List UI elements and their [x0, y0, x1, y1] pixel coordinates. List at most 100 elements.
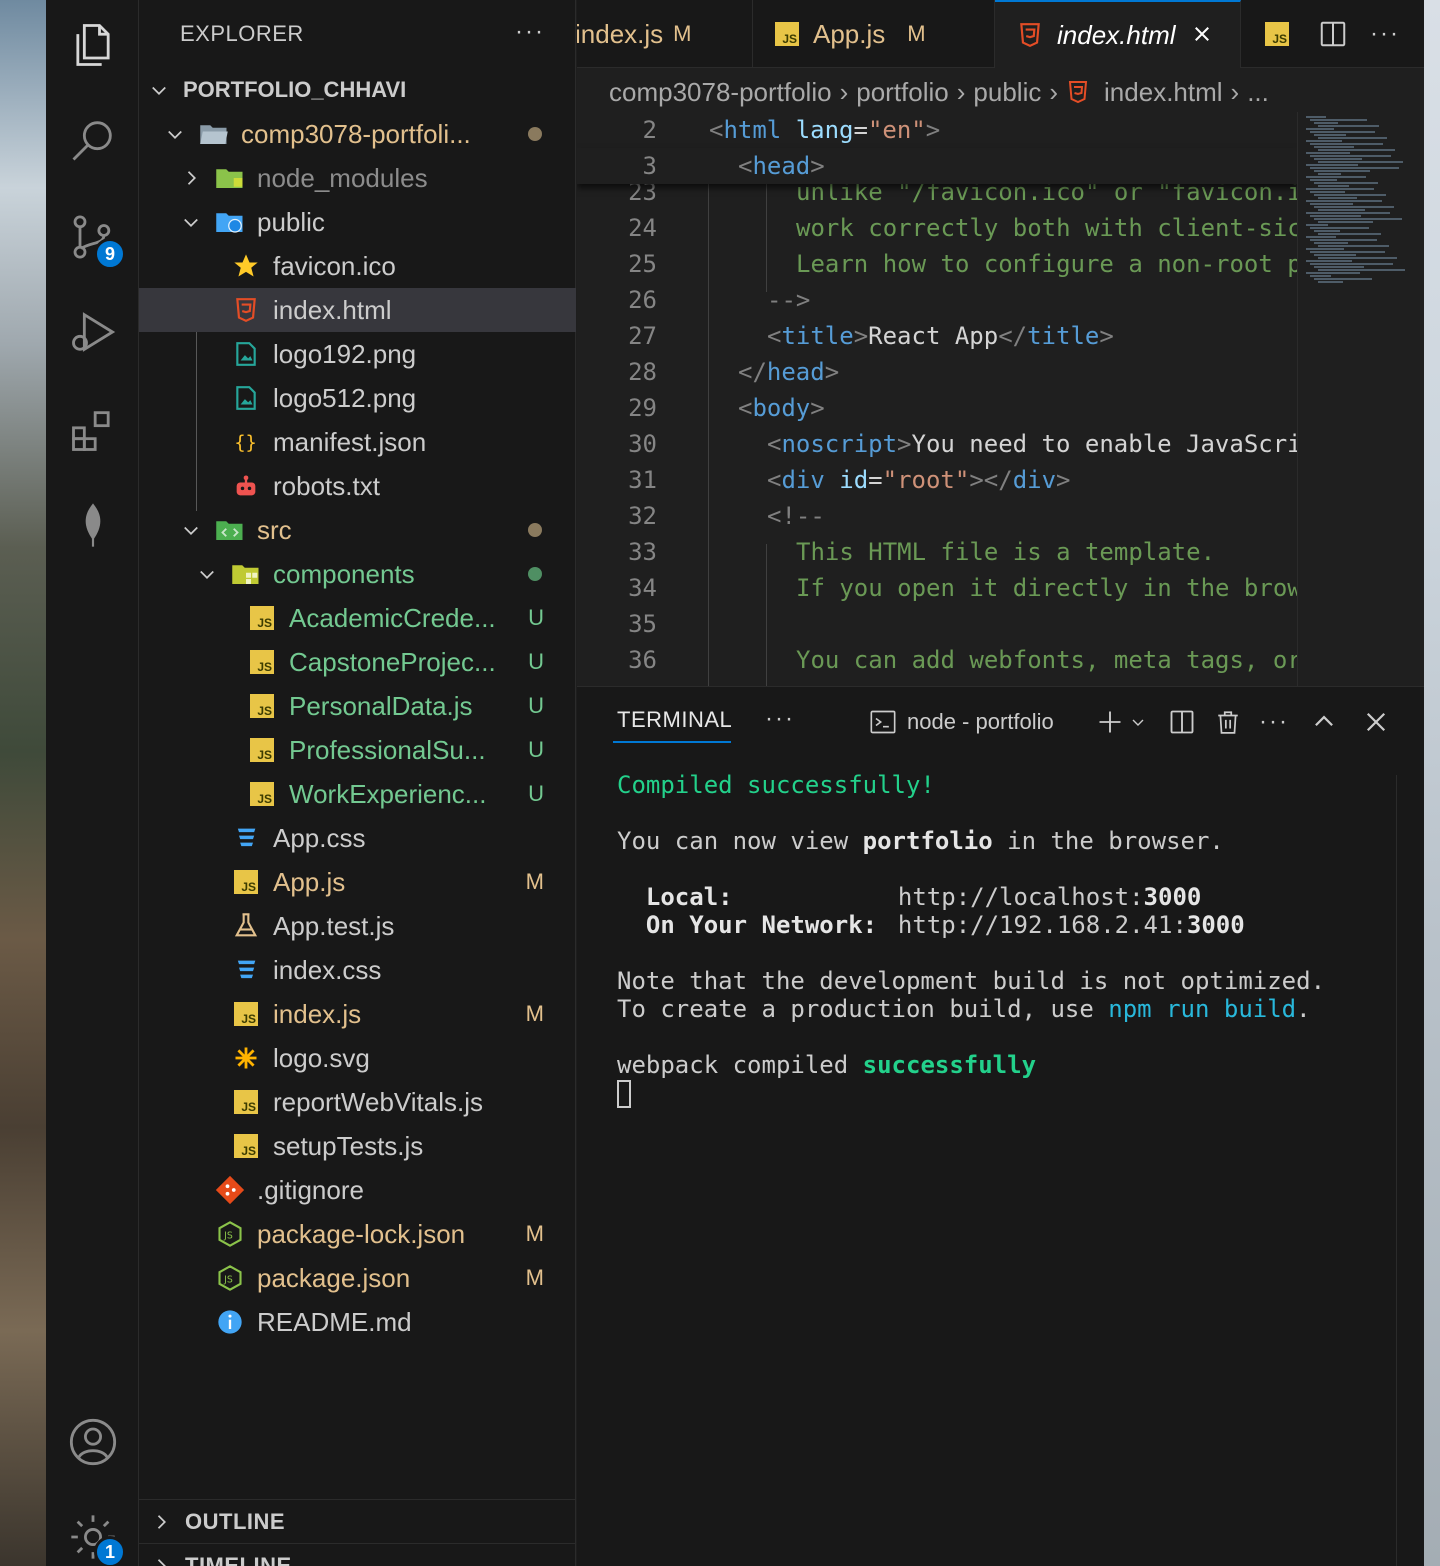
more-actions-icon: ··· — [1259, 708, 1289, 735]
chevron-right-icon — [151, 1512, 171, 1532]
panel-more-button[interactable]: ··· — [765, 705, 795, 733]
minimap-line — [1306, 128, 1334, 130]
tree-item[interactable]: comp3078-portfoli... — [139, 112, 576, 156]
html5-file-icon — [231, 295, 261, 325]
tree-item[interactable]: App.test.js — [139, 904, 576, 948]
minimap-line — [1314, 230, 1340, 232]
tab-terminal[interactable]: TERMINAL — [617, 707, 732, 733]
tree-item[interactable]: node_modules — [139, 156, 576, 200]
tree-item[interactable]: README.md — [139, 1300, 576, 1344]
manage-activity[interactable]: 1 — [46, 1492, 139, 1566]
tab-app-js[interactable]: JS App.js M — [753, 0, 995, 68]
tree-item[interactable]: JS ProfessionalSu... U — [139, 728, 576, 772]
tree-item[interactable]: logo.svg — [139, 1036, 576, 1080]
tree-item[interactable]: JS index.js M — [139, 992, 576, 1036]
breadcrumb-item[interactable]: ... — [1247, 77, 1269, 108]
terminal-more-button[interactable]: ··· — [1257, 705, 1291, 739]
minimap-line — [1318, 221, 1373, 223]
search-icon — [72, 121, 112, 161]
maximize-panel-button[interactable] — [1307, 705, 1341, 739]
chevron-right-icon — [179, 166, 203, 190]
minimap[interactable] — [1297, 112, 1424, 686]
terminal-line: Local: http://localhost:3000 — [645, 883, 1202, 911]
kill-terminal-button[interactable] — [1211, 705, 1245, 739]
minimap-line — [1306, 152, 1350, 154]
terminal-scrollbar[interactable] — [1396, 775, 1424, 1566]
tree-item[interactable]: JS AcademicCrede... U — [139, 596, 576, 640]
open-preview-button[interactable]: JS — [1261, 18, 1293, 50]
terminal-instance[interactable]: node - portfolio — [869, 707, 1054, 737]
timeline-section[interactable]: TIMELINE — [139, 1543, 576, 1566]
tree-item[interactable]: favicon.ico — [139, 244, 576, 288]
tree-item[interactable]: index.css — [139, 948, 576, 992]
js-file-icon: JS — [1265, 22, 1289, 46]
tree-item[interactable]: JS PersonalData.js U — [139, 684, 576, 728]
code-text: Learn how to configure a non-root p — [796, 250, 1297, 278]
minimap-line — [1318, 257, 1397, 259]
new-terminal-button[interactable] — [1091, 707, 1151, 737]
code-line: 35 — [628, 610, 657, 638]
tree-item[interactable]: robots.txt — [139, 464, 576, 508]
tree-item[interactable]: App.css — [139, 816, 576, 860]
tab-index-js[interactable]: index.js M — [577, 0, 753, 68]
explorer-activity[interactable] — [46, 0, 139, 90]
code-editor[interactable]: 2 <html lang="en"> 3 <head> 23 unlike "/… — [577, 112, 1297, 686]
mongodb-activity[interactable] — [46, 480, 139, 570]
extensions-activity[interactable] — [46, 385, 139, 475]
tree-item[interactable]: JS package.json M — [139, 1256, 576, 1300]
close-panel-button[interactable] — [1359, 705, 1393, 739]
tree-item[interactable]: JS setupTests.js — [139, 1124, 576, 1168]
tree-item[interactable]: logo192.png — [139, 332, 576, 376]
chevron-down-icon — [147, 78, 171, 102]
minimap-line — [1314, 134, 1346, 136]
breadcrumb-item[interactable]: public — [973, 77, 1041, 108]
indent-guide — [766, 184, 767, 292]
close-icon[interactable] — [1192, 20, 1212, 51]
tree-item[interactable]: src — [139, 508, 576, 552]
chevron-right-icon — [151, 1556, 171, 1566]
minimap-line — [1306, 212, 1390, 214]
tree-item[interactable]: JS App.js M — [139, 860, 576, 904]
tree-item[interactable]: .gitignore — [139, 1168, 576, 1212]
tree-item[interactable]: {} manifest.json — [139, 420, 576, 464]
tree-item[interactable]: JS WorkExperienc... U — [139, 772, 576, 816]
editor-area: index.js M JS App.js M index.html JS ··· — [577, 0, 1424, 686]
breadcrumb-item[interactable]: portfolio — [856, 77, 949, 108]
workspace-root[interactable]: PORTFOLIO_CHHAVI — [139, 68, 576, 112]
minimap-line — [1318, 137, 1387, 139]
minimap-line — [1310, 179, 1337, 181]
breadcrumb-item[interactable]: comp3078-portfolio — [609, 77, 832, 108]
js-file-icon: JS — [247, 779, 277, 809]
tree-item[interactable]: public — [139, 200, 576, 244]
git-status-badge: M — [525, 1265, 544, 1290]
editor-tabs: index.js M JS App.js M index.html JS ··· — [577, 0, 1424, 68]
run-debug-activity[interactable] — [46, 287, 139, 377]
tree-item[interactable]: JS reportWebVitals.js — [139, 1080, 576, 1124]
activity-bar: 9 1 — [46, 0, 139, 1566]
split-terminal-button[interactable] — [1165, 705, 1199, 739]
outline-section[interactable]: OUTLINE — [139, 1499, 576, 1543]
source-control-activity[interactable]: 9 — [46, 192, 139, 282]
tab-index-html[interactable]: index.html — [995, 0, 1241, 68]
code-line: 24 work correctly both with client-sic — [577, 210, 1297, 246]
tree-item[interactable]: components — [139, 552, 576, 596]
git-status-badge: M — [525, 869, 544, 894]
js-file-icon: JS — [775, 22, 799, 46]
account-activity[interactable] — [46, 1397, 139, 1487]
explorer-more-button[interactable]: ··· — [515, 18, 545, 46]
breadcrumb-item[interactable]: index.html — [1104, 77, 1223, 108]
tree-item[interactable]: JS package-lock.json M — [139, 1212, 576, 1256]
search-activity[interactable] — [46, 95, 139, 185]
split-editor-button[interactable] — [1315, 16, 1351, 52]
terminal-output[interactable]: Compiled successfully! You can now view … — [617, 771, 1397, 1108]
tree-item[interactable]: JS CapstoneProjec... U — [139, 640, 576, 684]
editor-more-button[interactable]: ··· — [1367, 16, 1403, 52]
git-status-badge: U — [528, 605, 544, 630]
minimap-line — [1310, 155, 1391, 157]
js-file-icon: JS — [231, 1131, 261, 1161]
tree-item[interactable]: index.html — [139, 288, 576, 332]
tree-item[interactable]: logo512.png — [139, 376, 576, 420]
